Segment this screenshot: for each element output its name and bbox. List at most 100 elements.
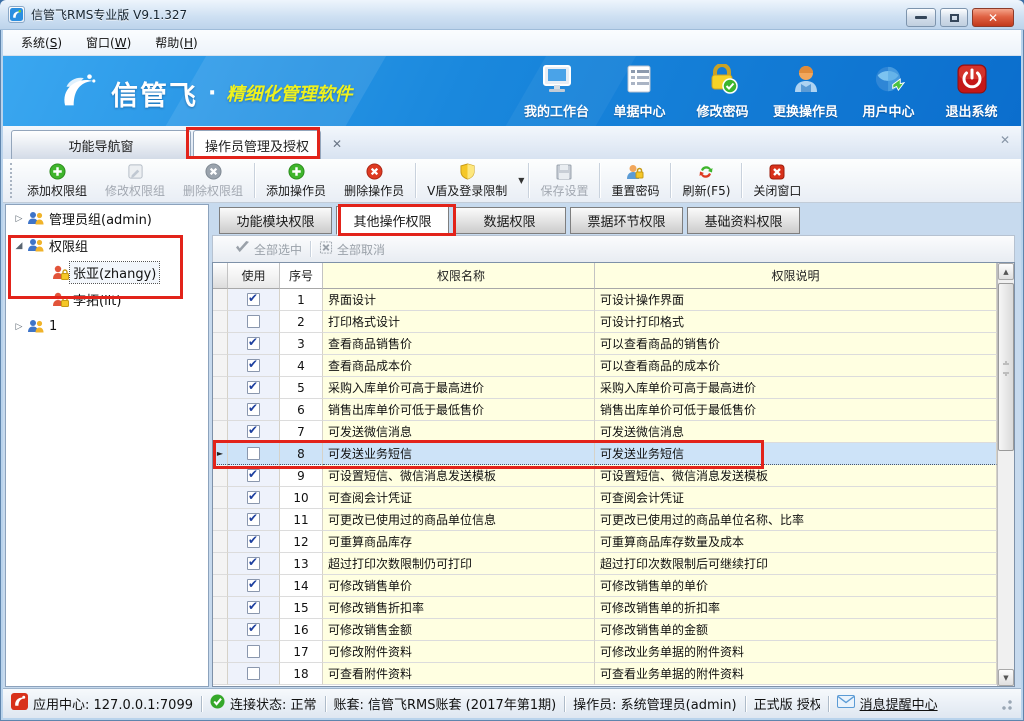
banner-action-lock-check[interactable]: 修改密码 (681, 64, 764, 120)
tree-expander-icon[interactable]: ▷ (12, 322, 26, 332)
minimize-button[interactable] (906, 8, 936, 27)
status-segment[interactable]: 消息提醒中心 (837, 694, 938, 713)
toolbar-button[interactable]: 添加操作员 (257, 159, 335, 202)
banner-action-power[interactable]: 退出系统 (930, 64, 1013, 120)
use-checkbox[interactable] (247, 645, 260, 658)
table-row[interactable]: 13超过打印次数限制仍可打印超过打印次数限制后可继续打印 (213, 553, 997, 575)
use-checkbox[interactable] (247, 535, 260, 548)
use-checkbox[interactable] (247, 557, 260, 570)
banner-action-documents[interactable]: 单据中心 (598, 64, 681, 120)
header-name[interactable]: 权限名称 (323, 263, 595, 289)
use-checkbox-cell[interactable] (228, 377, 280, 399)
toolbar-button[interactable]: 刷新(F5) (673, 159, 739, 202)
use-checkbox[interactable] (247, 601, 260, 614)
perm-tab-1[interactable]: 功能模块权限 (219, 207, 332, 234)
tree-expander-icon[interactable]: ◢ (12, 241, 26, 251)
toolbar-button[interactable]: 关闭窗口 (744, 159, 810, 202)
use-checkbox[interactable] (247, 579, 260, 592)
tree-item[interactable]: ◢权限组 (6, 232, 208, 259)
select-all-button[interactable]: 全部选中 (227, 241, 310, 258)
perm-tab-5[interactable]: 基础资料权限 (687, 207, 800, 234)
header-use[interactable]: 使用 (228, 263, 280, 289)
use-checkbox-cell[interactable] (228, 421, 280, 443)
perm-tab-4[interactable]: 票据环节权限 (570, 207, 683, 234)
tab-close-icon[interactable]: ✕ (329, 136, 345, 152)
tree-expander-icon[interactable]: ▷ (12, 214, 26, 224)
table-row[interactable]: 4查看商品成本价可以查看商品的成本价 (213, 355, 997, 377)
use-checkbox-cell[interactable] (228, 531, 280, 553)
use-checkbox-cell[interactable] (228, 399, 280, 421)
deselect-all-button[interactable]: 全部取消 (311, 241, 393, 258)
table-row[interactable]: 3查看商品销售价可以查看商品的销售价 (213, 333, 997, 355)
use-checkbox-cell[interactable] (228, 597, 280, 619)
table-row[interactable]: 15可修改销售折扣率可修改销售单的折扣率 (213, 597, 997, 619)
use-checkbox-cell[interactable] (228, 553, 280, 575)
use-checkbox-cell[interactable] (228, 355, 280, 377)
use-checkbox-cell[interactable] (228, 509, 280, 531)
use-checkbox[interactable] (247, 667, 260, 680)
menu-item[interactable]: 系统(S) (9, 30, 74, 55)
perm-tab-3[interactable]: 数据权限 (453, 207, 566, 234)
table-row[interactable]: 2打印格式设计可设计打印格式 (213, 311, 997, 333)
banner-action-workbench[interactable]: 我的工作台 (515, 64, 598, 120)
table-row[interactable]: 7可发送微信消息可发送微信消息 (213, 421, 997, 443)
header-no[interactable]: 序号 (280, 263, 323, 289)
menu-item[interactable]: 窗口(W) (74, 30, 143, 55)
tree-item[interactable]: 张亚(zhangy) (6, 259, 208, 286)
vertical-scrollbar[interactable]: ▲ ▼ (997, 263, 1014, 686)
use-checkbox[interactable] (247, 315, 260, 328)
use-checkbox-cell[interactable] (228, 575, 280, 597)
maximize-button[interactable] (940, 8, 968, 27)
table-row[interactable]: 5采购入库单价可高于最高进价采购入库单价可高于最高进价 (213, 377, 997, 399)
table-row[interactable]: 10可查阅会计凭证可查阅会计凭证 (213, 487, 997, 509)
scroll-up-icon[interactable]: ▲ (998, 263, 1014, 280)
table-row[interactable]: 18可查看附件资料可查看业务单据的附件资料 (213, 663, 997, 685)
use-checkbox[interactable] (247, 337, 260, 350)
use-checkbox[interactable] (247, 469, 260, 482)
toolbar-button[interactable]: 添加权限组 (18, 159, 96, 202)
use-checkbox-cell[interactable] (228, 333, 280, 355)
use-checkbox-cell[interactable] (228, 641, 280, 663)
use-checkbox[interactable] (247, 293, 260, 306)
use-checkbox-cell[interactable] (228, 487, 280, 509)
banner-action-globe[interactable]: 用户中心 (847, 64, 930, 120)
use-checkbox[interactable] (247, 381, 260, 394)
use-checkbox-cell[interactable] (228, 465, 280, 487)
use-checkbox[interactable] (247, 513, 260, 526)
toolbar-button[interactable]: 删除操作员 (335, 159, 413, 202)
table-row[interactable]: 6销售出库单价可低于最低售价销售出库单价可低于最低售价 (213, 399, 997, 421)
close-button[interactable]: ✕ (972, 8, 1014, 27)
tree-item[interactable]: ▷管理员组(admin) (6, 205, 208, 232)
scroll-down-icon[interactable]: ▼ (998, 669, 1014, 686)
tree-item[interactable]: ▷1 (6, 313, 208, 340)
table-row[interactable]: 17可修改附件资料可修改业务单据的附件资料 (213, 641, 997, 663)
use-checkbox-cell[interactable] (228, 311, 280, 333)
use-checkbox-cell[interactable] (228, 619, 280, 641)
table-row[interactable]: 9可设置短信、微信消息发送模板可设置短信、微信消息发送模板 (213, 465, 997, 487)
table-row[interactable]: ►8可发送业务短信可发送业务短信 (213, 443, 997, 465)
header-desc[interactable]: 权限说明 (595, 263, 997, 289)
chevron-down-icon[interactable]: ▼ (518, 176, 524, 185)
tab-nav-window[interactable]: 功能导航窗 (11, 130, 191, 159)
use-checkbox[interactable] (247, 425, 260, 438)
tree-item[interactable]: 李拓(lit) (6, 286, 208, 313)
banner-action-switch-user[interactable]: 更换操作员 (764, 64, 847, 120)
use-checkbox-cell[interactable] (228, 443, 280, 465)
scroll-thumb[interactable] (998, 283, 1014, 451)
use-checkbox[interactable] (247, 403, 260, 416)
toolbar-button[interactable]: 重置密码 (602, 159, 668, 202)
table-row[interactable]: 1界面设计可设计操作界面 (213, 289, 997, 311)
panel-close-icon[interactable]: ✕ (997, 132, 1013, 148)
table-row[interactable]: 11可更改已使用过的商品单位信息可更改已使用过的商品单位名称、比率 (213, 509, 997, 531)
perm-tab-2[interactable]: 其他操作权限 (336, 206, 449, 235)
table-row[interactable]: 12可重算商品库存可重算商品库存数量及成本 (213, 531, 997, 553)
table-row[interactable]: 14可修改销售单价可修改销售单的单价 (213, 575, 997, 597)
menu-item[interactable]: 帮助(H) (143, 30, 209, 55)
resize-grip[interactable] (999, 697, 1013, 711)
use-checkbox-cell[interactable] (228, 289, 280, 311)
status-text[interactable]: 消息提醒中心 (860, 694, 938, 713)
table-row[interactable]: 16可修改销售金额可修改销售单的金额 (213, 619, 997, 641)
use-checkbox[interactable] (247, 447, 260, 460)
toolbar-button[interactable]: V盾及登录限制 (418, 159, 516, 202)
use-checkbox[interactable] (247, 491, 260, 504)
